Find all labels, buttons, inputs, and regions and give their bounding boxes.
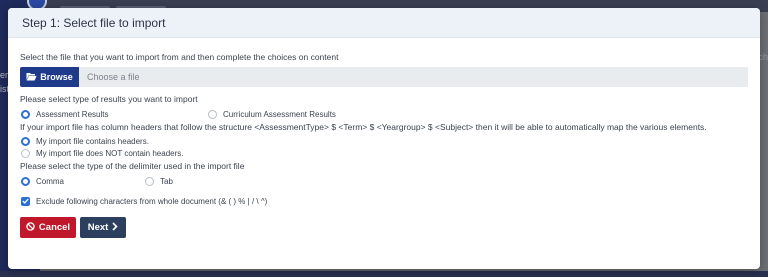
radio-label: Curriculum Assessment Results (223, 109, 336, 119)
headers-info: If your import file has column headers t… (20, 122, 707, 132)
radio-label: My import file does NOT contain headers. (36, 148, 184, 158)
radio-tab[interactable] (145, 176, 154, 186)
radio-label: Assessment Results (36, 109, 109, 119)
headers-option: My import file does NOT contain headers. (20, 147, 748, 159)
file-picker: Browse Choose a file (20, 67, 748, 87)
next-button[interactable]: Next (80, 217, 126, 238)
modal-buttons: Cancel Next (20, 217, 748, 238)
radio-comma[interactable] (21, 176, 30, 186)
delimiter-options: Comma Tab (20, 175, 748, 187)
results-type-options: Assessment Results Curriculum Assessment… (20, 108, 748, 120)
exclude-checkbox[interactable] (21, 196, 30, 206)
file-input[interactable]: Choose a file (79, 67, 748, 87)
browse-label: Browse (40, 72, 73, 82)
intro-text: Select the file that you want to import … (20, 52, 339, 62)
radio-assessment-results[interactable] (21, 109, 30, 119)
import-modal: Step 1: Select file to import Select the… (8, 8, 760, 269)
check-icon (22, 198, 29, 204)
radio-label: Comma (36, 176, 65, 186)
file-placeholder: Choose a file (87, 72, 140, 82)
radio-contains-headers[interactable] (21, 136, 30, 146)
modal-title: Step 1: Select file to import (22, 15, 166, 30)
radio-no-headers[interactable] (21, 148, 30, 158)
modal-body: Select the file that you want to import … (8, 38, 760, 238)
chevron-right-icon (112, 221, 118, 234)
background-bottom-strip (0, 271, 768, 277)
results-type-prompt: Please select type of results you want t… (20, 94, 198, 104)
background-sidebar-text: er (0, 70, 9, 80)
headers-option: My import file contains headers. (20, 135, 748, 147)
cancel-label: Cancel (38, 222, 71, 233)
cancel-button[interactable]: Cancel (20, 217, 76, 238)
radio-label: Tab (160, 176, 173, 186)
ban-icon (26, 221, 35, 234)
exclude-label: Exclude following characters from whole … (36, 196, 268, 206)
modal-header: Step 1: Select file to import (8, 8, 760, 38)
radio-label: My import file contains headers. (36, 136, 149, 146)
exclude-option: Exclude following characters from whole … (20, 195, 748, 207)
next-label: Next (87, 222, 109, 233)
delimiter-prompt: Please select the type of the delimiter … (20, 161, 245, 171)
radio-curriculum-assessment-results[interactable] (208, 109, 217, 119)
folder-open-icon (26, 72, 37, 83)
browse-button[interactable]: Browse (20, 67, 79, 87)
